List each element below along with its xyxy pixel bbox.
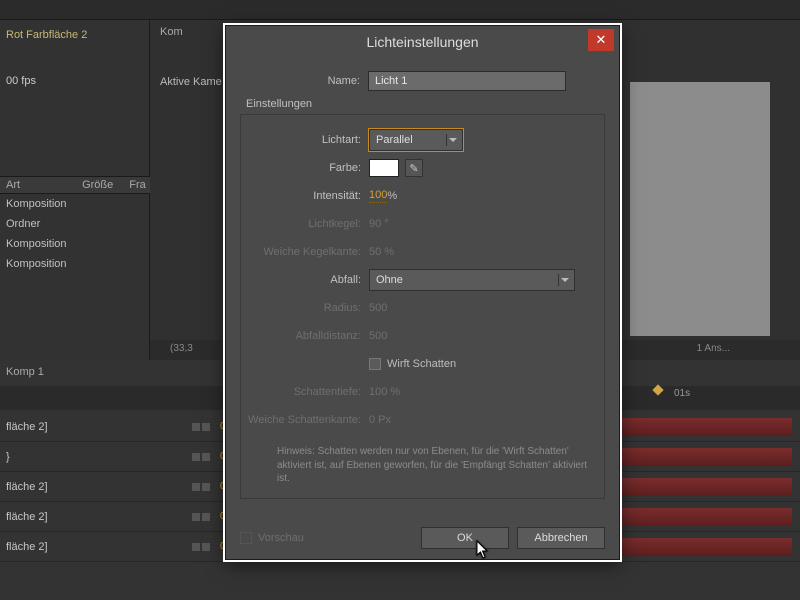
views-dropdown[interactable]: 1 Ans... bbox=[697, 343, 730, 354]
layer-switches[interactable] bbox=[190, 453, 220, 461]
abfalldistanz-value: 500 bbox=[369, 330, 387, 342]
abfall-select[interactable]: Ohne bbox=[369, 269, 575, 291]
name-input[interactable] bbox=[368, 71, 566, 91]
project-rows: Komposition Ordner Komposition Kompositi… bbox=[0, 194, 150, 274]
timeline-tab[interactable]: Komp 1 bbox=[6, 366, 44, 378]
layer-name[interactable]: } bbox=[0, 451, 190, 463]
layer-switches[interactable] bbox=[190, 513, 220, 521]
chevron-down-icon bbox=[558, 274, 570, 286]
radius-value: 500 bbox=[369, 302, 387, 314]
farbe-label: Farbe: bbox=[241, 162, 369, 174]
time-ruler[interactable]: 01s bbox=[620, 388, 794, 408]
ok-button[interactable]: OK bbox=[421, 527, 509, 549]
lichtkegel-label: Lichtkegel: bbox=[241, 218, 369, 230]
radius-label: Radius: bbox=[241, 302, 369, 314]
cancel-button[interactable]: Abbrechen bbox=[517, 527, 605, 549]
app-menubar bbox=[0, 0, 800, 20]
time-tick: 01s bbox=[674, 388, 690, 399]
close-button[interactable]: ✕ bbox=[588, 29, 614, 51]
lichtkegel-value: 90 ° bbox=[369, 218, 389, 230]
schattenkante-label: Weiche Schattenkante: bbox=[241, 414, 369, 426]
dialog-titlebar[interactable]: Lichteinstellungen ✕ bbox=[226, 26, 619, 58]
project-row[interactable]: Ordner bbox=[0, 214, 150, 234]
project-row[interactable]: Komposition bbox=[0, 234, 150, 254]
col-fr[interactable]: Fra bbox=[123, 177, 152, 193]
vorschau-label: Vorschau bbox=[258, 532, 304, 544]
schattenkante-value: 0 Px bbox=[369, 414, 391, 426]
kegelkante-label: Weiche Kegelkante: bbox=[241, 246, 369, 258]
project-row[interactable]: Komposition bbox=[0, 194, 150, 214]
layer-switches[interactable] bbox=[190, 423, 220, 431]
kegelkante-value: 50 % bbox=[369, 246, 394, 258]
schattentiefe-value: 100 % bbox=[369, 386, 400, 398]
eyedropper-button[interactable]: ✎ bbox=[405, 159, 423, 177]
layer-name[interactable]: fläche 2] bbox=[0, 421, 190, 433]
abfalldistanz-label: Abfalldistanz: bbox=[241, 330, 369, 342]
active-camera-label: Aktive Kame bbox=[160, 76, 222, 88]
light-settings-dialog: Lichteinstellungen ✕ Name: Einstellungen… bbox=[225, 25, 620, 560]
abfall-label: Abfall: bbox=[241, 274, 369, 286]
zoom-value[interactable]: (33,3 bbox=[170, 343, 193, 354]
name-label: Name: bbox=[240, 75, 368, 87]
layer-switches[interactable] bbox=[190, 483, 220, 491]
wirft-schatten-checkbox[interactable] bbox=[369, 358, 381, 370]
intensitaet-unit: % bbox=[387, 190, 397, 202]
close-icon: ✕ bbox=[596, 32, 607, 48]
project-column-header: Art Größe Fra bbox=[0, 176, 150, 194]
project-row[interactable]: Komposition bbox=[0, 254, 150, 274]
lightart-select[interactable]: Parallel bbox=[369, 129, 463, 151]
layer-switches[interactable] bbox=[190, 543, 220, 551]
wirft-schatten-label: Wirft Schatten bbox=[387, 358, 456, 370]
intensitaet-value[interactable]: 100 bbox=[369, 189, 387, 203]
project-fps: 00 fps bbox=[0, 72, 149, 90]
layer-name[interactable]: fläche 2] bbox=[0, 511, 190, 523]
chevron-down-icon bbox=[446, 134, 458, 146]
comp-tab[interactable]: Kom bbox=[160, 26, 183, 38]
lightart-label: Lichtart: bbox=[241, 134, 369, 146]
eyedropper-icon: ✎ bbox=[409, 162, 418, 175]
vorschau-checkbox-group: Vorschau bbox=[240, 532, 304, 544]
schattentiefe-label: Schattentiefe: bbox=[241, 386, 369, 398]
col-groesse[interactable]: Größe bbox=[76, 177, 119, 193]
abfall-value: Ohne bbox=[376, 274, 403, 286]
settings-legend: Einstellungen bbox=[246, 98, 605, 110]
project-item[interactable]: Rot Farbfläche 2 bbox=[0, 26, 149, 44]
intensitaet-label: Intensität: bbox=[241, 190, 369, 202]
comp-preview[interactable] bbox=[630, 82, 770, 336]
layer-name[interactable]: fläche 2] bbox=[0, 541, 190, 553]
color-swatch[interactable] bbox=[369, 159, 399, 177]
layer-name[interactable]: fläche 2] bbox=[0, 481, 190, 493]
vorschau-checkbox bbox=[240, 532, 252, 544]
shadow-hint-text: Hinweis: Schatten werden nur von Ebenen,… bbox=[241, 437, 598, 490]
col-art[interactable]: Art bbox=[0, 177, 26, 193]
dialog-title: Lichteinstellungen bbox=[366, 34, 478, 50]
lightart-value: Parallel bbox=[376, 134, 413, 146]
